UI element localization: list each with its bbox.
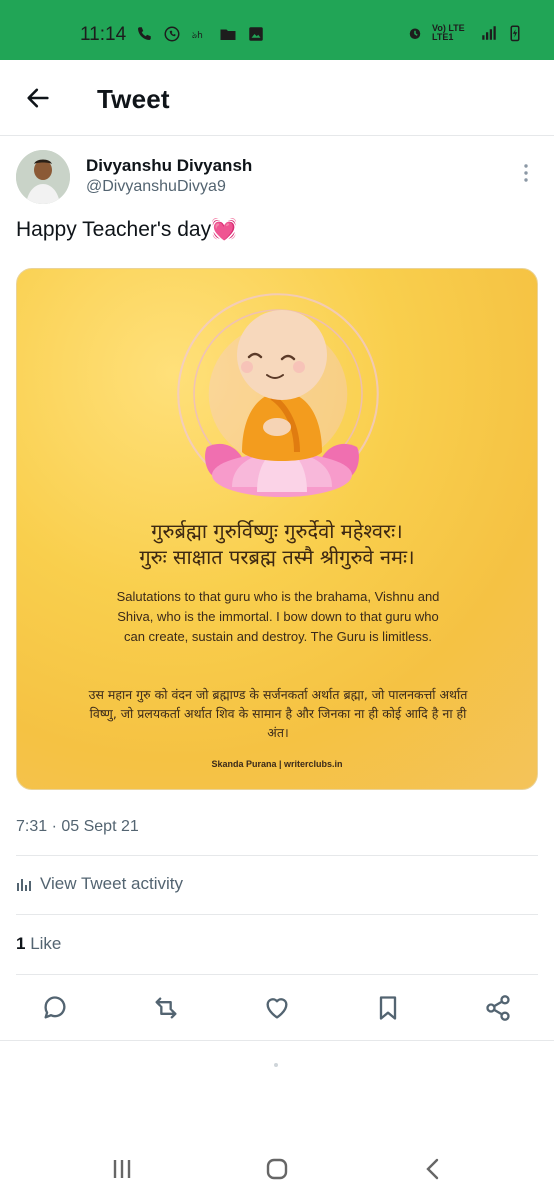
status-left-icons: ঌh: [135, 25, 265, 43]
folder-icon: [220, 29, 236, 40]
sanskrit-line-2: गुरुः साक्षात परब्रह्म तस्मै श्रीगुरुवे …: [139, 545, 415, 569]
tweet-text: Happy Teacher's day💓: [16, 218, 238, 241]
status-time: 11:14: [80, 24, 127, 45]
author-handle[interactable]: @DivyanshuDivya9: [86, 178, 226, 196]
image-credit: Skanda Purana | writerclubs.in: [211, 759, 343, 769]
view-tweet-activity[interactable]: View Tweet activity: [16, 874, 183, 894]
monk-illustration: [205, 310, 359, 497]
status-right: Vo) LTE LTE1: [406, 24, 524, 42]
bookmark-icon[interactable]: [374, 994, 402, 1022]
like-heart-icon[interactable]: [263, 994, 291, 1022]
whatsapp-icon: [164, 26, 180, 42]
back-nav-icon[interactable]: [420, 1156, 446, 1182]
app-icon: ঌh: [192, 31, 203, 41]
tweet-actions: [0, 980, 554, 1041]
likes-number: 1: [16, 934, 26, 953]
signal-icon: [482, 26, 496, 40]
divider: [16, 914, 538, 915]
loading-dot: [274, 1063, 278, 1067]
reply-icon[interactable]: [41, 994, 69, 1022]
avatar[interactable]: [16, 150, 70, 204]
recent-apps-icon[interactable]: [109, 1156, 135, 1182]
hindi-translation: उस महान गुरु को वंदन जो ब्रह्माण्ड के सर…: [88, 687, 468, 740]
view-activity-label: View Tweet activity: [40, 874, 183, 893]
battery-icon: [510, 25, 520, 42]
phone-icon: [138, 27, 151, 40]
author-name[interactable]: Divyanshu Divyansh: [86, 156, 252, 176]
bar-chart-icon: [17, 879, 31, 891]
likes-count[interactable]: 1 Like: [16, 934, 61, 954]
system-nav-bar: [0, 1140, 554, 1200]
english-translation: Salutations to that guru who is the brah…: [116, 589, 440, 644]
likes-label: Like: [30, 934, 62, 953]
alarm-icon: [409, 28, 421, 39]
gallery-icon: [249, 27, 263, 41]
retweet-icon[interactable]: [152, 994, 180, 1022]
share-icon[interactable]: [484, 994, 512, 1022]
tweet-timestamp: 7:31 · 05 Sept 21: [16, 818, 139, 835]
home-icon[interactable]: [264, 1156, 290, 1182]
divider: [16, 974, 538, 975]
divider: [16, 855, 538, 856]
sanskrit-line-1: गुरुर्ब्रह्मा गुरुर्विष्णुः गुरुर्देवो म…: [151, 519, 403, 543]
tweet-media-image[interactable]: गुरुर्ब्रह्मा गुरुर्विष्णुः गुरुर्देवो म…: [16, 268, 538, 790]
avatar-image: [16, 150, 70, 204]
network-label: Vo) LTE LTE1: [432, 23, 465, 42]
status-bar: 11:14 ঌh Vo) LTE LTE1: [0, 0, 554, 60]
top-app-bar: Tweet: [0, 60, 554, 136]
back-arrow-icon[interactable]: [24, 84, 52, 112]
page-title: Tweet: [97, 84, 170, 114]
more-options-icon[interactable]: [520, 163, 532, 183]
svg-text:ঌh: ঌh: [192, 31, 203, 41]
